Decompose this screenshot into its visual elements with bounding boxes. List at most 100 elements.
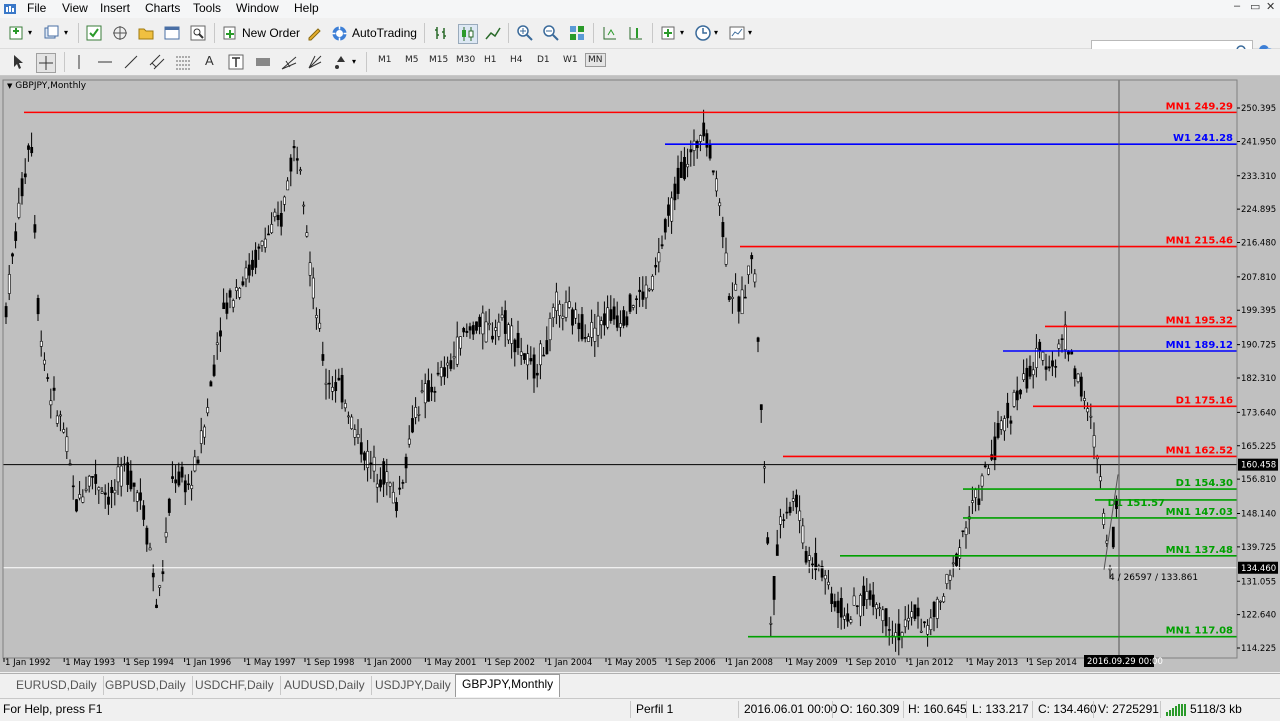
periods-icon[interactable]	[694, 24, 712, 42]
text-tool-icon[interactable]: A	[205, 53, 214, 68]
candle-body	[1054, 366, 1058, 368]
timeframe-h4[interactable]: H4	[510, 55, 523, 65]
market-watch-icon[interactable]	[85, 24, 103, 42]
candle-body	[980, 475, 984, 487]
dropdown-arrow-icon[interactable]: ▾	[680, 28, 684, 37]
tab-usdchf-daily[interactable]: USDCHF,Daily	[189, 676, 281, 695]
bar-chart-icon[interactable]	[432, 24, 450, 42]
folder-star-icon[interactable]	[137, 24, 155, 42]
vertical-line-icon[interactable]	[70, 53, 88, 71]
dropdown-arrow-icon[interactable]: ▾	[714, 28, 718, 37]
indicators-icon[interactable]	[660, 24, 678, 42]
tab-audusd-daily[interactable]: AUDUSD,Daily	[278, 676, 372, 695]
tab-gbpusd-daily[interactable]: GBPUSD,Daily	[99, 676, 193, 695]
candlestick-icon[interactable]	[458, 24, 478, 44]
candle-body	[164, 532, 168, 538]
menu-tools[interactable]: Tools	[193, 1, 221, 15]
candle-body	[321, 354, 325, 361]
candle-body	[375, 483, 379, 488]
dropdown-arrow-icon[interactable]: ▾	[28, 28, 32, 37]
dropdown-arrow-icon[interactable]: ▾	[748, 28, 752, 37]
zoom-in-icon[interactable]	[516, 24, 534, 42]
menu-file[interactable]: File	[27, 1, 46, 15]
candle-body	[1111, 526, 1115, 548]
horizontal-line-icon[interactable]	[96, 53, 114, 71]
timeframe-m5[interactable]: M5	[405, 55, 419, 65]
candle-body	[839, 598, 843, 618]
pitchfork-icon[interactable]	[280, 53, 298, 71]
timeframe-m15[interactable]: M15	[429, 55, 448, 65]
restore-icon[interactable]: ▭	[1250, 0, 1260, 13]
candle-body	[862, 585, 866, 607]
timeframe-d1[interactable]: D1	[537, 55, 550, 65]
time-label: 1 May 1997	[246, 658, 296, 668]
candle-body	[865, 591, 869, 600]
candle-body	[359, 442, 363, 455]
tab-eurusd-daily[interactable]: EURUSD,Daily	[10, 676, 104, 695]
candle-body	[583, 337, 587, 339]
timeframe-h1[interactable]: H1	[484, 55, 497, 65]
candle-body	[897, 623, 901, 641]
zoom-out-icon[interactable]	[542, 24, 560, 42]
connection-status-icon[interactable]	[1166, 704, 1188, 716]
candle-body	[36, 298, 40, 315]
fibonacci-icon[interactable]	[174, 53, 192, 71]
candle-body	[913, 604, 917, 619]
gann-icon[interactable]	[306, 53, 324, 71]
status-profile[interactable]: Perfil 1	[636, 702, 673, 716]
tab-gbpjpy-monthly[interactable]: GBPJPY,Monthly	[455, 674, 561, 697]
new-chart-icon[interactable]	[8, 24, 26, 42]
autoscroll-icon[interactable]	[601, 24, 619, 42]
price-label: 182.310	[1241, 374, 1276, 384]
candle-body	[286, 180, 290, 191]
navigator-icon[interactable]	[111, 24, 129, 42]
timeframe-w1[interactable]: W1	[563, 55, 578, 65]
dropdown-arrow-icon[interactable]: ▾	[64, 28, 68, 37]
price-chart[interactable]: MN1 249.29 W1 241.28 MN1 215.46 MN1 195.32 M…	[0, 76, 1280, 672]
tester-icon[interactable]	[189, 24, 207, 42]
close-icon[interactable]: ✕	[1266, 0, 1275, 13]
minimize-icon[interactable]: –	[1234, 0, 1240, 12]
chart-window[interactable]: MN1 249.29 W1 241.28 MN1 215.46 MN1 195.32 M…	[0, 76, 1280, 672]
candle-body	[836, 600, 840, 614]
candle-body	[1038, 341, 1042, 352]
candle-body	[1015, 390, 1019, 401]
text-label-icon[interactable]	[227, 53, 245, 71]
line-chart-icon[interactable]	[484, 24, 502, 42]
candle-body	[55, 415, 59, 424]
new-order-button[interactable]: New Order	[222, 22, 300, 44]
dropdown-arrow-icon[interactable]: ▾	[352, 57, 356, 66]
menu-view[interactable]: View	[62, 1, 88, 15]
candle-body	[516, 332, 520, 348]
candle-body	[33, 224, 37, 233]
menu-help[interactable]: Help	[294, 1, 319, 15]
candle-body	[932, 601, 936, 618]
metaeditor-icon[interactable]	[305, 24, 323, 42]
autotrading-button[interactable]: AutoTrading	[331, 22, 417, 44]
menu-insert[interactable]: Insert	[100, 1, 130, 15]
candle-body	[1022, 373, 1026, 380]
equidistant-channel-icon[interactable]	[148, 53, 166, 71]
candle-body	[212, 364, 216, 376]
tab-usdjpy-daily[interactable]: USDJPY,Daily	[369, 676, 458, 695]
candle-body	[1041, 351, 1045, 361]
tile-windows-icon[interactable]	[568, 24, 586, 42]
menu-window[interactable]: Window	[236, 1, 279, 15]
chart-shift-icon[interactable]	[627, 24, 645, 42]
cursor-icon[interactable]	[9, 53, 27, 71]
crosshair-icon[interactable]	[36, 53, 56, 73]
candle-body	[753, 273, 757, 283]
candle-body	[174, 479, 178, 484]
trendline-icon[interactable]	[122, 53, 140, 71]
templates-icon[interactable]	[728, 24, 746, 42]
terminal-icon[interactable]	[163, 24, 181, 42]
candle-body	[580, 314, 584, 340]
profiles-icon[interactable]	[43, 24, 61, 42]
menu-charts[interactable]: Charts	[145, 1, 180, 15]
rectangle-icon[interactable]	[254, 53, 272, 71]
timeframe-m30[interactable]: M30	[456, 55, 475, 65]
timeframe-mn[interactable]: MN	[585, 53, 606, 67]
arrows-icon[interactable]	[332, 53, 350, 71]
timeframe-m1[interactable]: M1	[378, 55, 392, 65]
candle-body	[983, 465, 987, 468]
